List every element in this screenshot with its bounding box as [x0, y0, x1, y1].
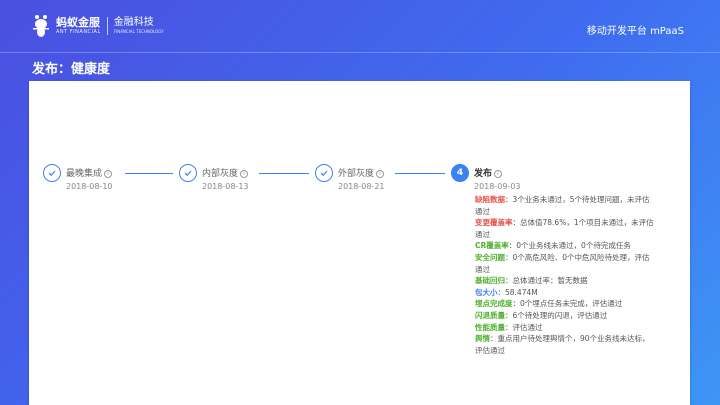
- step-connector: [395, 173, 445, 174]
- platform-name: 移动开发平台 mPaaS: [586, 26, 684, 37]
- step-date: 2018-08-13: [202, 182, 249, 191]
- detail-label[interactable]: CR覆盖率: [475, 241, 509, 250]
- check-icon: [179, 164, 197, 182]
- step-title: 外部灰度 i: [338, 166, 385, 179]
- detail-label[interactable]: 缺陷数据: [475, 195, 505, 204]
- detail-package-size: 包大小：58.474M: [475, 287, 538, 297]
- step-date: 2018-09-03: [474, 182, 521, 191]
- detail-label[interactable]: 包大小: [475, 288, 498, 297]
- page-title: 发布：健康度: [32, 62, 111, 77]
- ant-logo-icon: [33, 15, 49, 37]
- detail-security: 安全问题：0个高危风险、0个中危风险待处理，评估通过: [475, 252, 650, 274]
- detail-label[interactable]: 基础回归: [475, 276, 505, 285]
- release-health-details: 缺陷数据：3个业务未通过，5个待处理问题，未评估通过 变更覆盖率：总体值78.6…: [475, 194, 655, 356]
- info-icon[interactable]: i: [376, 169, 385, 178]
- step-title: 发布 i: [474, 166, 503, 179]
- step-title: 内部灰度 i: [202, 166, 249, 179]
- detail-label[interactable]: 变更覆盖率: [475, 218, 513, 227]
- detail-label[interactable]: 舆情: [475, 334, 490, 343]
- check-icon: [43, 164, 61, 182]
- content-panel: 最晚集成 i 2018-08-10 内部灰度 i 2018-08-13 外部灰度 i …: [29, 81, 690, 405]
- step-title: 最晚集成 i: [66, 166, 113, 179]
- detail-crash: 闪退质量：6个待处理的闪退，评估通过: [475, 310, 608, 320]
- detail-regression: 基础回归：总体通过率：暂无数据: [475, 276, 588, 286]
- info-icon[interactable]: i: [494, 169, 503, 178]
- detail-performance: 性能质量：评估通过: [475, 322, 543, 332]
- detail-label[interactable]: 闪退质量: [475, 311, 505, 320]
- detail-change-coverage: 变更覆盖率：总体值78.6%，1个项目未通过，未评估通过: [475, 218, 654, 239]
- logo-divider: [106, 17, 108, 35]
- logo-tech-cn: 金融科技: [113, 17, 154, 28]
- detail-label[interactable]: 性能质量: [475, 323, 505, 332]
- header: 蚂蚁金服 ANT FINANCIAL 金融科技 FINANCIAL TECHNO…: [0, 0, 720, 52]
- logo-tech-en: FINANCIAL TECHNOLOGY: [113, 29, 164, 34]
- step-date: 2018-08-10: [66, 182, 113, 191]
- detail-label[interactable]: 安全问题: [475, 253, 505, 262]
- detail-defects: 缺陷数据：3个业务未通过，5个待处理问题，未评估通过: [475, 195, 650, 216]
- info-icon[interactable]: i: [240, 169, 249, 178]
- info-icon[interactable]: i: [104, 169, 113, 178]
- step-connector: [125, 173, 173, 174]
- step-connector: [259, 173, 309, 174]
- detail-sentiment: 舆情：重点用户待处理舆情个，90个业务线未达标，评估通过: [475, 334, 650, 355]
- step-date: 2018-08-21: [338, 182, 385, 191]
- company-logo[interactable]: 蚂蚁金服 ANT FINANCIAL 金融科技 FINANCIAL TECHNO…: [30, 14, 164, 38]
- header-divider: [0, 52, 720, 53]
- detail-label[interactable]: 埋点完成度: [475, 299, 513, 308]
- logo-name-cn: 蚂蚁金服: [56, 16, 100, 29]
- detail-cr-coverage: CR覆盖率：0个业务线未通过，0个待完成任务: [475, 241, 631, 251]
- detail-tracking: 埋点完成度：0个埋点任务未完成，评估通过: [475, 299, 623, 309]
- check-icon: [315, 164, 333, 182]
- logo-name-en: ANT FINANCIAL: [56, 29, 101, 35]
- step-number-icon: 4: [451, 164, 469, 182]
